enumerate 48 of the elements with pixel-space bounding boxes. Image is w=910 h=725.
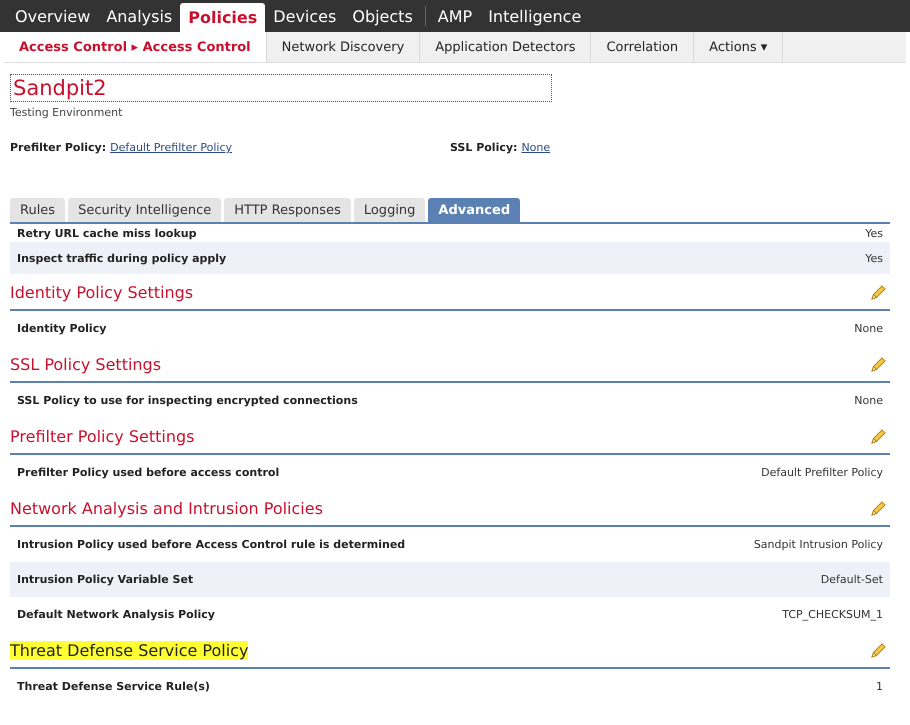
nav-tab[interactable]: Overview: [7, 0, 98, 32]
pencil-icon[interactable]: [869, 284, 887, 302]
setting-label: Default Network Analysis Policy: [17, 608, 215, 621]
setting-label: Intrusion Policy Variable Set: [17, 573, 194, 586]
pencil-icon[interactable]: [869, 428, 887, 446]
setting-label: Intrusion Policy used before Access Control rule is determined: [17, 538, 406, 551]
nav-tab[interactable]: Policies: [180, 3, 266, 32]
sub-nav-tab[interactable]: Network Discovery: [266, 32, 420, 62]
tab[interactable]: Security Intelligence: [68, 198, 222, 222]
prefilter-label: Prefilter Policy:: [10, 141, 106, 154]
pencil-icon[interactable]: [869, 642, 887, 660]
prefilter-link[interactable]: Default Prefilter Policy: [110, 141, 232, 154]
setting-value: None: [854, 394, 883, 407]
setting-value: None: [854, 322, 883, 335]
setting-value: Yes: [865, 252, 883, 264]
setting-label: SSL Policy to use for inspecting encrypted connections: [17, 394, 358, 407]
tab[interactable]: Rules: [10, 198, 66, 222]
setting-label: Prefilter Policy used before access control: [17, 466, 280, 479]
sub-nav-tab[interactable]: Access Control ▸ Access Control: [4, 32, 267, 62]
pencil-icon[interactable]: [869, 500, 887, 518]
section-title: Threat Defense Service Policy: [10, 641, 248, 660]
nav-tab[interactable]: Objects: [344, 0, 421, 32]
tab[interactable]: Advanced: [428, 198, 520, 222]
setting-value: 1: [876, 680, 883, 693]
setting-value: Yes: [865, 226, 883, 240]
nav-tab[interactable]: Devices: [265, 0, 344, 32]
section-title: Prefilter Policy Settings: [10, 427, 194, 446]
setting-label: Retry URL cache miss lookup: [17, 226, 197, 240]
nav-tab[interactable]: AMP: [430, 0, 480, 32]
section-title: SSL Policy Settings: [10, 355, 162, 374]
nav-tab[interactable]: Intelligence: [480, 0, 590, 32]
nav-tab[interactable]: Analysis: [98, 0, 180, 32]
policy-description: Testing Environment: [10, 106, 124, 119]
setting-value: Sandpit Intrusion Policy: [754, 538, 883, 551]
tab[interactable]: Logging: [354, 198, 426, 222]
setting-value: Default-Set: [820, 573, 883, 586]
pencil-icon[interactable]: [869, 356, 887, 374]
ssl-link[interactable]: None: [521, 141, 550, 154]
section-title: Network Analysis and Intrusion Policies: [10, 499, 323, 518]
ssl-label: SSL Policy:: [450, 141, 518, 154]
tab[interactable]: HTTP Responses: [224, 198, 351, 222]
setting-value: TCP_CHECKSUM_1: [782, 608, 883, 621]
setting-label: Inspect traffic during policy apply: [17, 252, 226, 264]
section-title: Identity Policy Settings: [10, 283, 194, 302]
setting-value: Default Prefilter Policy: [761, 466, 883, 479]
setting-label: Identity Policy: [17, 322, 106, 335]
setting-label: Threat Defense Service Rule(s): [17, 680, 210, 693]
policy-name-field[interactable]: Sandpit2: [10, 74, 552, 102]
